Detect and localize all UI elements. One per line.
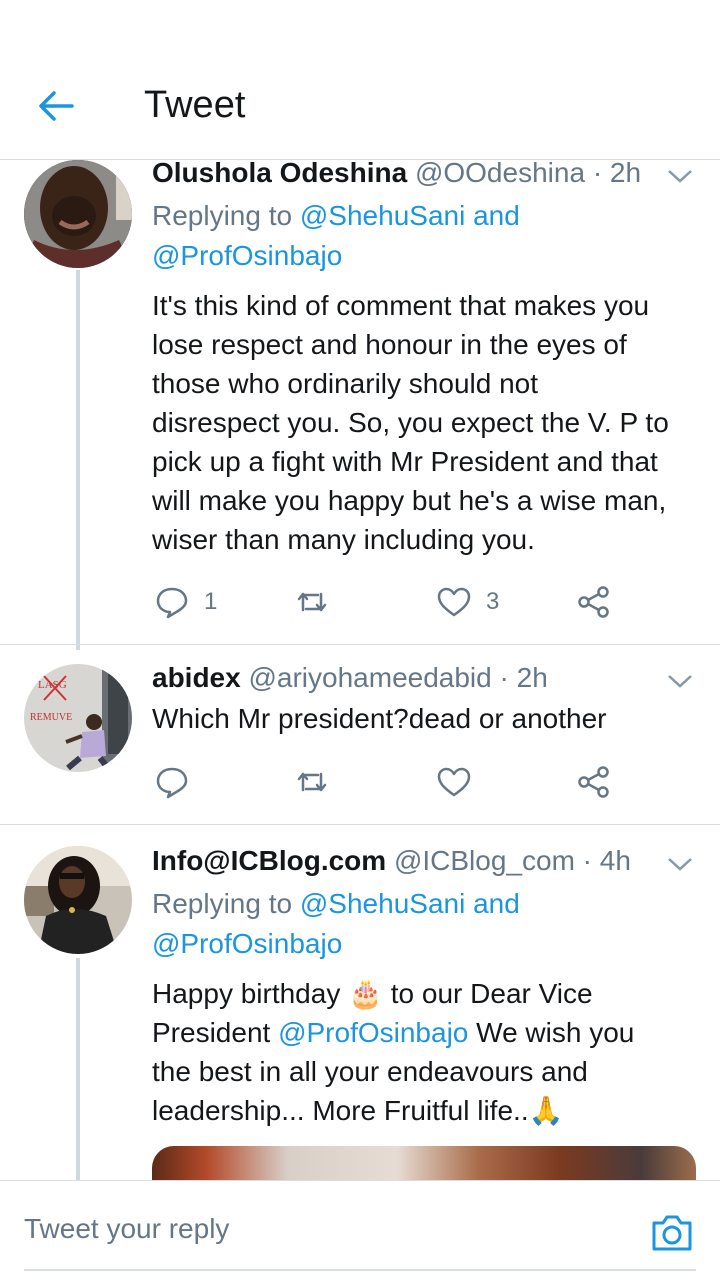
thread-line (76, 270, 80, 650)
tweet-header: Olushola Odeshina @OOdeshina · 2h (152, 156, 696, 190)
mention-link[interactable]: @ShehuSani (300, 888, 465, 919)
timestamp: 2h (516, 662, 548, 693)
like-count: 3 (486, 588, 500, 615)
retweet-button[interactable] (294, 760, 330, 804)
retweet-icon (297, 592, 327, 612)
retweet-icon (297, 772, 327, 792)
reply-button[interactable]: 1 (154, 580, 217, 624)
tweet-header: Info@ICBlog.com @ICBlog_com · 4h (152, 844, 696, 878)
avatar[interactable] (24, 160, 132, 268)
back-button[interactable] (36, 86, 76, 126)
camera-icon[interactable] (650, 1213, 694, 1253)
like-button[interactable] (436, 760, 472, 804)
share-button[interactable] (576, 760, 612, 804)
avatar[interactable]: LASG REMUVE (24, 664, 132, 772)
replying-to: Replying to @ShehuSani and @ProfOsinbajo (152, 200, 520, 271)
reply-input[interactable]: Tweet your reply (24, 1213, 229, 1245)
share-icon (578, 766, 609, 798)
tweet-media-image[interactable] (152, 1146, 696, 1180)
mention-link[interactable]: @ProfOsinbajo (152, 928, 342, 959)
replying-to: Replying to @ShehuSani and @ProfOsinbajo (152, 888, 520, 959)
avatar-photo (24, 160, 132, 268)
mention-link[interactable]: @ShehuSani (300, 200, 465, 231)
tweet-header: abidex @ariyohameedabid · 2h (152, 661, 696, 695)
divider (0, 644, 720, 645)
pray-emoji: 🙏 (528, 1095, 564, 1126)
user-handle[interactable]: @ariyohameedabid (248, 662, 491, 693)
tweet-text: Which Mr president?dead or another (152, 703, 607, 734)
separator-dot: · (592, 157, 603, 188)
reply-composer: Tweet your reply (0, 1180, 720, 1280)
separator-dot: · (582, 845, 592, 876)
tweet-actions: 1 3 (152, 580, 632, 624)
avatar-photo: LASG REMUVE (24, 664, 132, 772)
chevron-down-icon[interactable] (666, 671, 694, 691)
heart-icon (437, 587, 471, 617)
separator-dot: · (499, 662, 509, 693)
page-title: Tweet (144, 84, 246, 126)
tweet-text: It's this kind of comment that makes you… (152, 290, 669, 555)
mention-link[interactable]: @ProfOsinbajo (278, 1017, 468, 1048)
chevron-down-icon[interactable] (666, 166, 694, 186)
tweet-text: Happy birthday 🎂 to our Dear Vice Presid… (152, 978, 635, 1126)
timestamp: 4h (599, 845, 631, 876)
reply-count: 1 (204, 588, 218, 615)
retweet-button[interactable] (294, 580, 330, 624)
chevron-down-icon[interactable] (666, 854, 694, 874)
tweet-actions (152, 760, 632, 804)
arrow-left-icon (39, 91, 74, 121)
user-handle[interactable]: @ICBlog_com (394, 845, 575, 876)
display-name[interactable]: Olushola Odeshina (152, 157, 407, 188)
like-button[interactable]: 3 (436, 580, 499, 624)
display-name[interactable]: Info@ICBlog.com (152, 845, 386, 876)
display-name[interactable]: abidex (152, 662, 241, 693)
reply-icon (156, 767, 188, 799)
timestamp: 2h (609, 157, 642, 188)
reply-button[interactable] (154, 760, 190, 804)
reply-icon (156, 587, 188, 619)
user-handle[interactable]: @OOdeshina (415, 157, 585, 188)
cake-emoji: 🎂 (348, 978, 383, 1009)
mention-link[interactable]: @ProfOsinbajo (152, 240, 342, 271)
share-icon (578, 586, 609, 618)
share-button[interactable] (576, 580, 612, 624)
input-underline (24, 1269, 696, 1271)
divider (0, 824, 720, 825)
avatar[interactable] (24, 846, 132, 954)
heart-icon (437, 767, 471, 797)
avatar-photo (24, 846, 132, 954)
thread-line (76, 958, 80, 1180)
top-bar: Tweet (0, 0, 720, 160)
avatar-text: REMUVE (30, 712, 72, 723)
